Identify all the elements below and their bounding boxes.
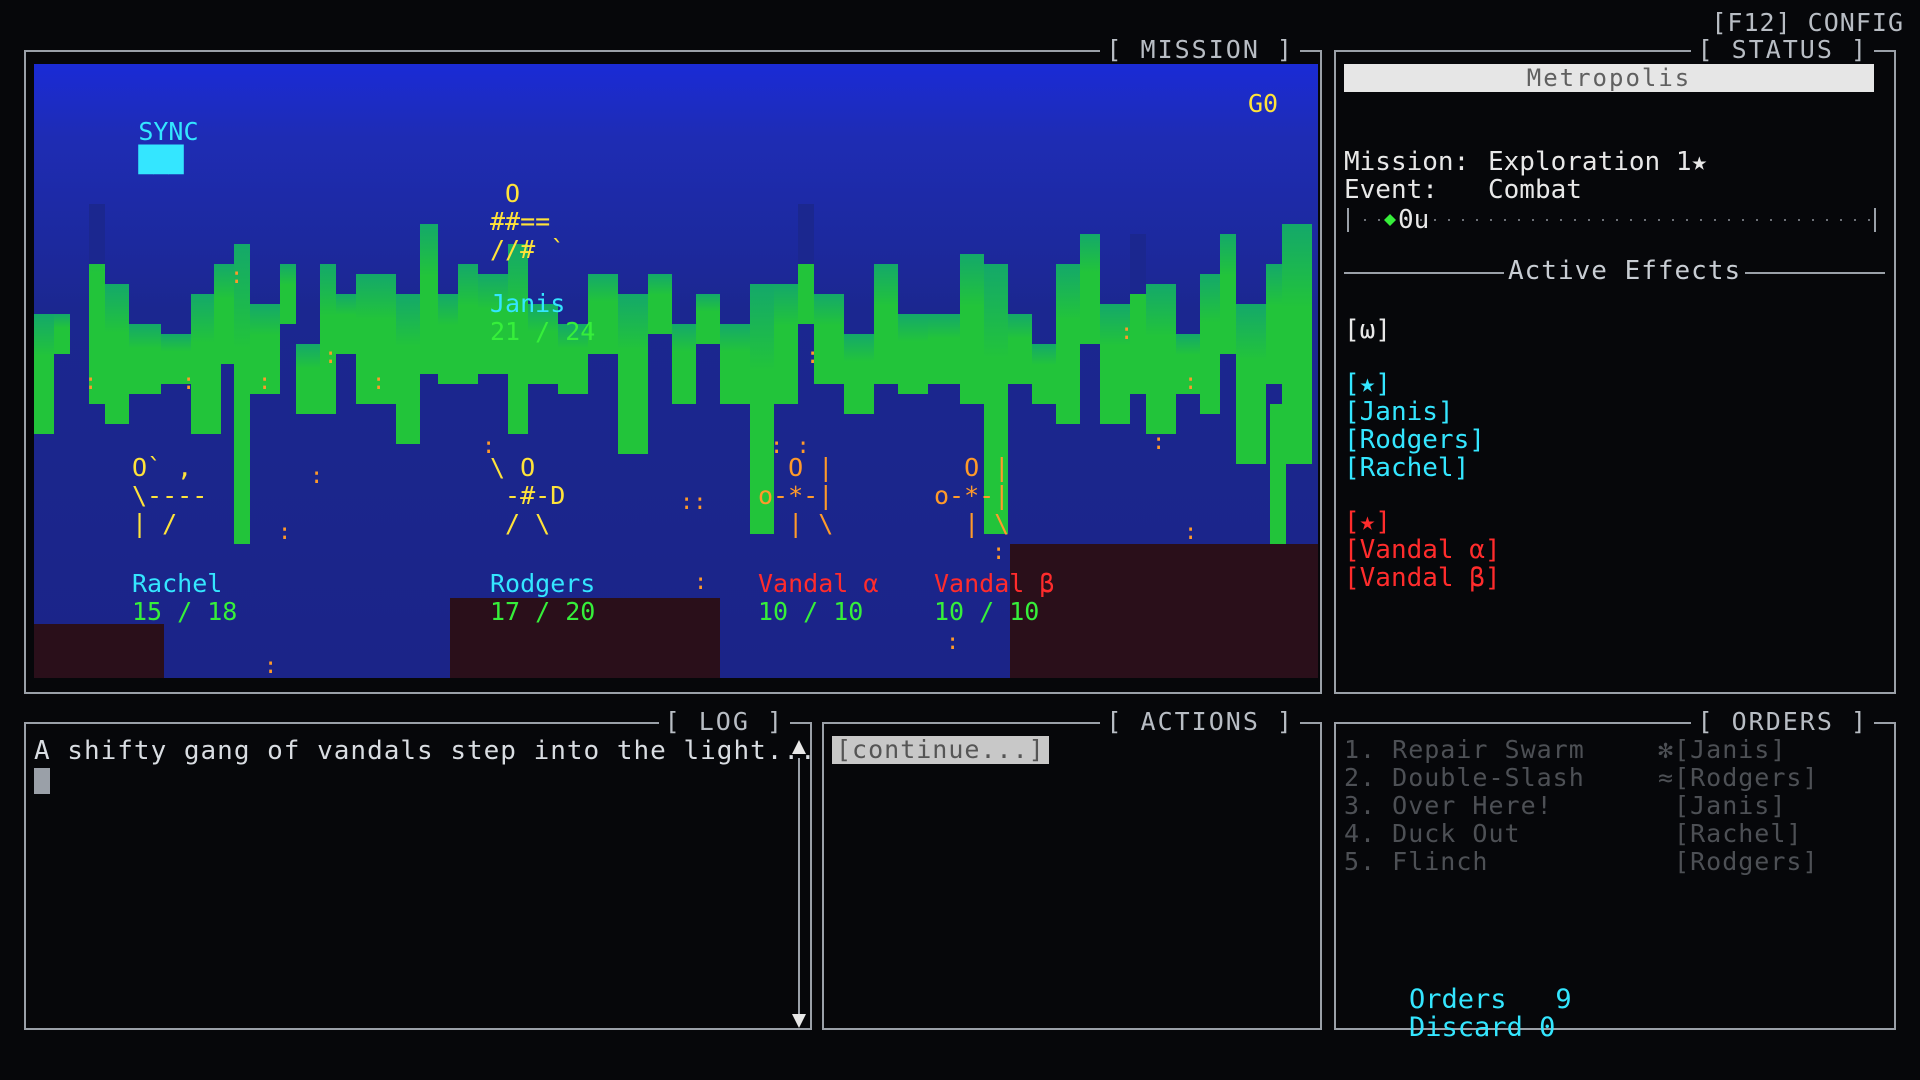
event-label: Event: <box>1344 175 1438 205</box>
order-owner-1: ✻[Janis] <box>1658 735 1787 764</box>
unit-hp-rachel: 15 / 18 <box>132 597 238 626</box>
order-item-2[interactable]: 2. Double-Slash <box>1344 764 1585 792</box>
order-item-5[interactable]: 5. Flinch <box>1344 848 1488 876</box>
track-value: 0u <box>1398 205 1430 235</box>
unit-sprite-janis[interactable]: O ##== //# ` <box>490 180 565 264</box>
ally-effect-janis[interactable]: [Janis] <box>1344 398 1454 426</box>
discard-count-label: Discard <box>1409 1012 1523 1043</box>
gold-counter: G0 <box>1248 89 1279 118</box>
unit-name-janis[interactable]: Janis <box>490 290 565 318</box>
scroll-up-icon[interactable] <box>792 740 806 754</box>
sync-meter: SYNC ███ <box>48 90 199 202</box>
mission-label: Mission: <box>1344 147 1470 177</box>
unit-hp-vandal-beta: 10 / 10 <box>934 597 1040 626</box>
unit-hp-rodgers: 17 / 20 <box>490 597 596 626</box>
unit-sprite-vandal-beta[interactable]: O | o-*-| | \ <box>934 454 1009 538</box>
orders-panel: [ ORDERS ] 1. Repair Swarm ✻[Janis] 2. D… <box>1334 707 1896 1042</box>
enemy-effect-vandal-beta[interactable]: [Vandal β] <box>1344 564 1501 592</box>
config-button[interactable]: [F12] CONFIG <box>1711 8 1904 37</box>
order-owner-3: [Janis] <box>1658 791 1787 820</box>
text-cursor <box>34 768 50 794</box>
enemy-effect-vandal-alpha[interactable]: [Vandal α] <box>1344 536 1501 564</box>
status-panel-title: [ STATUS ] <box>1691 35 1874 65</box>
log-line: A shifty gang of vandals step into the l… <box>34 736 817 766</box>
order-owner-5: [Rodgers] <box>1658 847 1819 876</box>
unit-name-rachel[interactable]: Rachel <box>132 570 222 598</box>
unit-sprite-vandal-alpha[interactable]: O | o-*-| | \ <box>758 454 833 538</box>
battle-scene: SYNC ███ G0 O ##== //# ` Janis 21 / 24 O… <box>34 64 1318 678</box>
event-track: 0u <box>1344 206 1879 234</box>
order-owner-2: ≈[Rodgers] <box>1658 763 1819 792</box>
event-value: Combat <box>1488 175 1582 205</box>
log-panel: [ LOG ] A shifty gang of vandals step in… <box>24 707 816 1030</box>
ally-effect-rodgers[interactable]: [Rodgers] <box>1344 426 1485 454</box>
actions-panel: [ ACTIONS ] [continue...] <box>822 707 1322 1030</box>
discard-count-value: 0 <box>1539 1012 1556 1043</box>
mission-value: Exploration 1★ <box>1488 147 1708 177</box>
effect-global[interactable]: [ω] <box>1344 316 1391 344</box>
unit-name-vandal-beta[interactable]: Vandal β <box>934 570 1054 598</box>
discard-count: Discard 0 <box>1344 986 1555 1070</box>
scroll-down-icon[interactable] <box>792 1014 806 1028</box>
order-item-4[interactable]: 4. Duck Out <box>1344 820 1521 848</box>
active-effects-title: Active Effects <box>1504 256 1746 286</box>
orders-panel-title: [ ORDERS ] <box>1691 707 1874 737</box>
order-owner-4: [Rachel] <box>1658 819 1803 848</box>
order-item-3[interactable]: 3. Over Here! <box>1344 792 1553 820</box>
status-panel: [ STATUS ] Metropolis Mission: Explorati… <box>1334 35 1896 694</box>
location-bar: Metropolis <box>1344 64 1874 92</box>
unit-name-vandal-alpha[interactable]: Vandal α <box>758 570 878 598</box>
mission-panel-title: [ MISSION ] <box>1100 35 1300 65</box>
actions-panel-title: [ ACTIONS ] <box>1100 707 1300 737</box>
log-scrollbar[interactable] <box>790 738 808 1038</box>
unit-sprite-rodgers[interactable]: \ O -#-D / \ <box>490 454 565 538</box>
unit-hp-vandal-alpha: 10 / 10 <box>758 597 864 626</box>
log-panel-title: [ LOG ] <box>658 707 790 737</box>
unit-hp-janis: 21 / 24 <box>490 317 596 346</box>
orders-count-value: 9 <box>1555 984 1572 1015</box>
city-skyline <box>34 204 1318 678</box>
sync-label: SYNC <box>138 117 199 146</box>
ally-marker[interactable]: [★] <box>1344 370 1391 398</box>
order-item-1[interactable]: 1. Repair Swarm <box>1344 736 1585 764</box>
enemy-marker[interactable]: [★] <box>1344 508 1391 536</box>
sync-bars: ███ <box>138 145 184 174</box>
unit-sprite-rachel[interactable]: O` , \---- | / <box>132 454 207 538</box>
unit-name-rodgers[interactable]: Rodgers <box>490 570 595 598</box>
mission-panel: [ MISSION ] SYNC ███ G0 O ##== //# ` Jan… <box>24 35 1322 694</box>
ally-effect-rachel[interactable]: [Rachel] <box>1344 454 1469 482</box>
continue-button[interactable]: [continue...] <box>832 736 1049 764</box>
